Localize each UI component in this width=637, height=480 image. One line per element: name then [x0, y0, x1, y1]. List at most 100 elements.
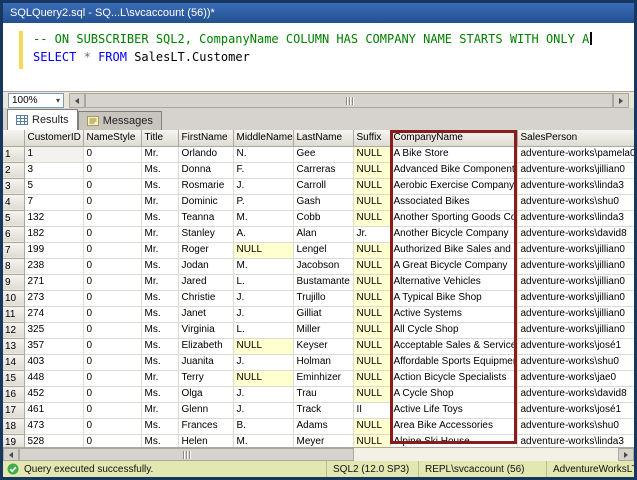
grid-cell[interactable]: Virginia [178, 322, 233, 338]
grid-cell[interactable]: J. [233, 306, 293, 322]
grid-cell[interactable]: adventure-works\pamela0 [517, 146, 634, 162]
grid-cell[interactable]: NULL [353, 418, 390, 434]
grid-scrollbar-track[interactable] [19, 448, 618, 461]
grid-cell[interactable]: 271 [24, 274, 83, 290]
grid-cell[interactable]: Janet [178, 306, 233, 322]
grid-cell[interactable]: Holman [293, 354, 353, 370]
grid-cell[interactable]: Active Life Toys [390, 402, 517, 418]
grid-cell[interactable]: 199 [24, 242, 83, 258]
grid-cell[interactable]: Active Systems [390, 306, 517, 322]
row-number[interactable]: 16 [3, 386, 24, 402]
grid-cell[interactable]: NULL [233, 370, 293, 386]
row-number[interactable]: 18 [3, 418, 24, 434]
grid-cell[interactable]: adventure-works\linda3 [517, 210, 634, 226]
grid-cell[interactable]: Another Sporting Goods Company [390, 210, 517, 226]
grid-cell[interactable]: adventure-works\david8 [517, 226, 634, 242]
grid-cell[interactable]: Mr. [141, 194, 178, 210]
grid-cell[interactable]: Meyer [293, 434, 353, 447]
grid-cell[interactable]: Alpine Ski House [390, 434, 517, 447]
grid-cell[interactable]: Ms. [141, 386, 178, 402]
grid-cell[interactable]: A. [233, 226, 293, 242]
grid-cell[interactable]: Ms. [141, 258, 178, 274]
grid-cell[interactable]: 0 [83, 306, 141, 322]
grid-cell[interactable]: 0 [83, 290, 141, 306]
grid-cell[interactable]: Donna [178, 162, 233, 178]
grid-scroll-right-button[interactable] [618, 448, 634, 461]
grid-cell[interactable]: Mr. [141, 274, 178, 290]
grid-cell[interactable]: Trujillo [293, 290, 353, 306]
grid-cell[interactable]: adventure-works\jillian0 [517, 322, 634, 338]
grid-cell[interactable]: adventure-works\linda3 [517, 178, 634, 194]
grid-cell[interactable]: Miller [293, 322, 353, 338]
grid-cell[interactable]: Jared [178, 274, 233, 290]
grid-cell[interactable]: Mr. [141, 146, 178, 162]
grid-cell[interactable]: adventure-works\shu0 [517, 354, 634, 370]
grid-cell[interactable]: Carroll [293, 178, 353, 194]
grid-cell[interactable]: Olga [178, 386, 233, 402]
row-number[interactable]: 4 [3, 194, 24, 210]
grid-cell[interactable]: adventure-works\josé1 [517, 402, 634, 418]
grid-cell[interactable]: A Great Bicycle Company [390, 258, 517, 274]
grid-horizontal-scrollbar[interactable] [3, 448, 634, 461]
grid-cell[interactable]: 5 [24, 178, 83, 194]
column-header-suffix[interactable]: Suffix [353, 130, 390, 146]
grid-cell[interactable]: Ms. [141, 210, 178, 226]
grid-cell[interactable]: Mr. [141, 226, 178, 242]
grid-cell[interactable]: J. [233, 354, 293, 370]
grid-cell[interactable]: M. [233, 210, 293, 226]
grid-cell[interactable]: Ms. [141, 338, 178, 354]
grid-cell[interactable]: Ms. [141, 306, 178, 322]
grid-cell[interactable]: Associated Bikes [390, 194, 517, 210]
grid-scroll-left-button[interactable] [3, 448, 19, 461]
row-number[interactable]: 8 [3, 258, 24, 274]
grid-cell[interactable]: Mr. [141, 402, 178, 418]
grid-cell[interactable]: NULL [353, 338, 390, 354]
grid-scrollbar-thumb[interactable] [19, 448, 354, 461]
grid-cell[interactable]: NULL [353, 242, 390, 258]
grid-cell[interactable]: Bustamante [293, 274, 353, 290]
grid-cell[interactable]: adventure-works\jillian0 [517, 258, 634, 274]
grid-cell[interactable]: 132 [24, 210, 83, 226]
grid-corner-cell[interactable] [3, 130, 24, 146]
grid-cell[interactable]: A Cycle Shop [390, 386, 517, 402]
row-number[interactable]: 2 [3, 162, 24, 178]
row-number[interactable]: 12 [3, 322, 24, 338]
grid-cell[interactable]: 325 [24, 322, 83, 338]
column-header-title[interactable]: Title [141, 130, 178, 146]
grid-cell[interactable]: NULL [353, 354, 390, 370]
grid-cell[interactable]: NULL [353, 434, 390, 447]
grid-cell[interactable]: J. [233, 290, 293, 306]
row-number[interactable]: 3 [3, 178, 24, 194]
grid-cell[interactable]: 0 [83, 146, 141, 162]
row-number[interactable]: 7 [3, 242, 24, 258]
column-header-salesperson[interactable]: SalesPerson [517, 130, 634, 146]
grid-cell[interactable]: NULL [353, 370, 390, 386]
grid-cell[interactable]: 528 [24, 434, 83, 447]
grid-cell[interactable]: 0 [83, 370, 141, 386]
grid-cell[interactable]: Juanita [178, 354, 233, 370]
row-number[interactable]: 1 [3, 146, 24, 162]
grid-cell[interactable]: Gee [293, 146, 353, 162]
grid-cell[interactable]: Affordable Sports Equipment [390, 354, 517, 370]
grid-cell[interactable]: A Typical Bike Shop [390, 290, 517, 306]
grid-cell[interactable]: Ms. [141, 434, 178, 447]
grid-cell[interactable]: 0 [83, 354, 141, 370]
grid-cell[interactable]: Elizabeth [178, 338, 233, 354]
grid-cell[interactable]: Action Bicycle Specialists [390, 370, 517, 386]
grid-cell[interactable]: NULL [353, 162, 390, 178]
grid-cell[interactable]: Ms. [141, 162, 178, 178]
grid-cell[interactable]: 0 [83, 210, 141, 226]
grid-cell[interactable]: 461 [24, 402, 83, 418]
grid-cell[interactable]: Roger [178, 242, 233, 258]
grid-cell[interactable]: adventure-works\david8 [517, 386, 634, 402]
row-number[interactable]: 15 [3, 370, 24, 386]
scroll-right-button[interactable] [613, 93, 629, 108]
grid-cell[interactable]: 0 [83, 418, 141, 434]
grid-cell[interactable]: 0 [83, 386, 141, 402]
grid-cell[interactable]: NULL [353, 194, 390, 210]
grid-cell[interactable]: Area Bike Accessories [390, 418, 517, 434]
grid-cell[interactable]: J. [233, 178, 293, 194]
grid-cell[interactable]: L. [233, 322, 293, 338]
grid-cell[interactable]: Ms. [141, 354, 178, 370]
row-number[interactable]: 6 [3, 226, 24, 242]
